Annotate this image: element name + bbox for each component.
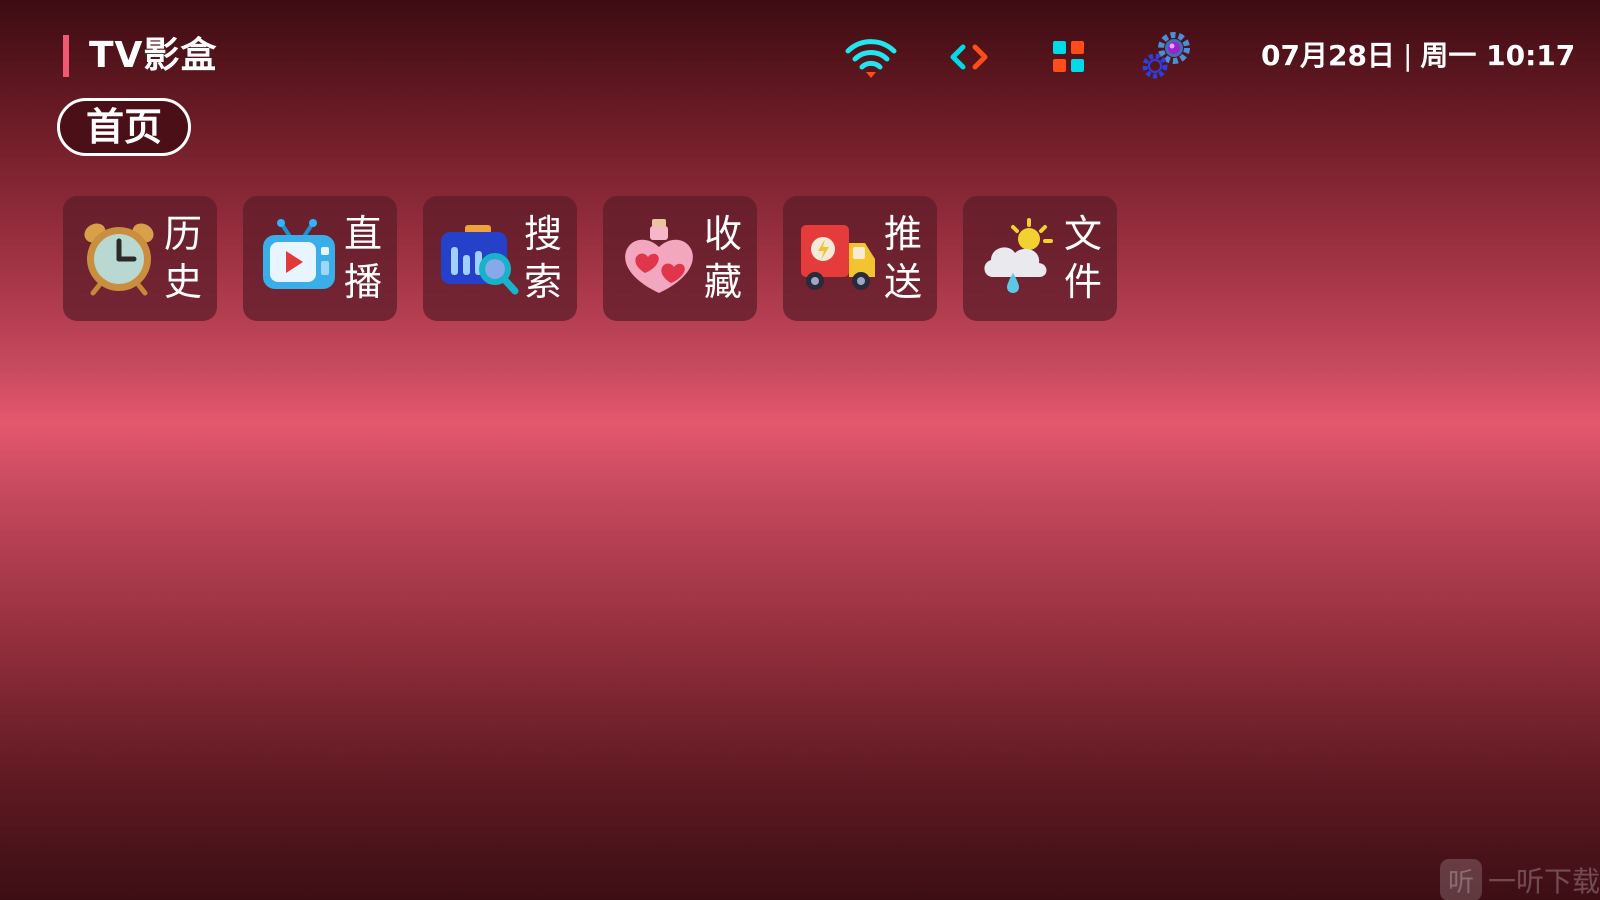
weekday-text: 周一: [1420, 39, 1477, 72]
tab-home[interactable]: 首页: [57, 98, 191, 156]
tile-favorites[interactable]: 收藏: [603, 196, 757, 321]
alarm-clock-icon: [79, 217, 159, 297]
datetime-display: 07月28日 | 周一 10:17: [1261, 35, 1575, 77]
tile-files[interactable]: 文件: [963, 196, 1117, 321]
date-text: 07月28日: [1261, 39, 1395, 72]
tile-label: 直播: [343, 212, 382, 304]
tile-label: 收藏: [703, 212, 742, 304]
tile-label: 搜索: [523, 212, 562, 304]
wifi-icon[interactable]: [843, 30, 899, 84]
tile-push[interactable]: 推送: [783, 196, 937, 321]
apps-grid-icon[interactable]: [1041, 30, 1097, 84]
tile-search[interactable]: 搜索: [423, 196, 577, 321]
tile-live[interactable]: 直播: [243, 196, 397, 321]
watermark-logo: 听: [1440, 859, 1482, 900]
tile-label: 文件: [1063, 212, 1102, 304]
tile-label: 推送: [883, 212, 922, 304]
time-text: 10:17: [1486, 39, 1576, 72]
delivery-truck-icon: [799, 217, 879, 297]
tile-history[interactable]: 历史: [63, 196, 217, 321]
watermark-text: 一听下载: [1488, 865, 1600, 898]
watermark: 听 一听下载: [1440, 858, 1600, 900]
search-chart-icon: [439, 217, 519, 297]
code-icon[interactable]: [941, 30, 997, 84]
heart-bottle-icon: [619, 217, 699, 297]
settings-gears-icon[interactable]: [1140, 30, 1196, 84]
tv-play-icon: [259, 217, 339, 297]
tile-label: 历史: [163, 212, 202, 304]
datetime-separator: |: [1402, 39, 1413, 72]
weather-cloud-icon: [979, 217, 1059, 297]
